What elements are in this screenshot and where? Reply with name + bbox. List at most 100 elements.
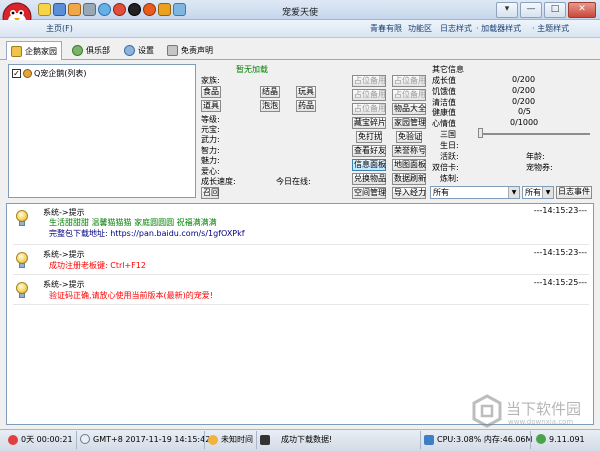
tree-root[interactable]: ✓ Q宠企鹅(列表) — [12, 68, 87, 79]
health-label: 健康值 — [432, 108, 456, 117]
cpu-text: CPU:3.08% 内存:46.06M — [437, 435, 533, 444]
tab-settings[interactable]: 设置 — [120, 41, 158, 59]
growth-value: 0/200 — [512, 75, 536, 84]
divider — [420, 431, 421, 449]
crystal-button[interactable]: 结晶 — [260, 86, 280, 98]
bulb-icon — [15, 282, 29, 300]
three-kingdoms-label: 三国 — [440, 130, 456, 139]
info-panel-button[interactable]: 信息面板 — [352, 159, 386, 171]
charm-label: 魅力: — [201, 156, 220, 165]
watermark-url: www.downxia.com — [508, 418, 574, 426]
tab-club-label: 俱乐部 — [86, 45, 110, 55]
health-value: 0/5 — [518, 107, 531, 116]
filter-select[interactable]: 所有 ▼ — [430, 186, 520, 199]
tree-root-label: Q宠企鹅(列表) — [34, 69, 87, 78]
menu-item-theme-style[interactable]: · 主题样式 — [532, 23, 569, 34]
cpu-status: CPU:3.08% 内存:46.06M — [424, 434, 532, 445]
chevron-down-icon: ▼ — [508, 187, 519, 198]
close-button[interactable]: ✕ — [568, 2, 596, 18]
tab-penguin-home[interactable]: 企鹅家园 — [6, 41, 62, 61]
menu-item-theme-style-label: 主题样式 — [537, 24, 570, 33]
menu-item-loader-style-label: 加载器样式 — [481, 24, 522, 33]
double-card-label: 双倍卡: — [432, 163, 459, 172]
tab-disclaimer[interactable]: 免责声明 — [163, 41, 217, 59]
log-message: 成功注册老板键: Ctrl+F12 — [49, 261, 146, 270]
view-friends-button[interactable]: 查看好友 — [352, 145, 386, 157]
log-panel[interactable]: 系统->提示 ---14:15:23--- 生活甜甜甜 温馨猫猫猫 家庭圆圆圆 … — [6, 203, 594, 425]
pet-load-status: 暂无加载 — [236, 65, 268, 74]
exchange-items-button[interactable]: 兑换物品 — [352, 173, 386, 185]
reserved-button-1[interactable]: 占位备用 — [352, 75, 386, 87]
three-kingdoms-slider-track — [478, 133, 590, 135]
treasure-fragment-button[interactable]: 藏宝碎片 — [352, 117, 386, 129]
bubble-button[interactable]: 泡泡 — [260, 100, 280, 112]
tab-club[interactable]: 俱乐部 — [68, 41, 114, 59]
tab-settings-label: 设置 — [138, 45, 154, 55]
space-manage-button[interactable]: 空间管理 — [352, 187, 386, 199]
daily-events-button[interactable]: 日志事件 — [556, 186, 592, 199]
sync-text: 未知时间 — [221, 435, 253, 444]
hunger-value: 0/200 — [512, 86, 536, 95]
menu-home[interactable]: 主页(F) — [46, 23, 73, 34]
home-manage-button[interactable]: 家园管理 — [392, 117, 426, 129]
divider — [204, 431, 205, 449]
log-header: 系统->提示 — [43, 250, 85, 259]
map-panel-button[interactable]: 地图面板 — [392, 159, 426, 171]
filter-select-value: 所有 — [433, 188, 449, 197]
penguin-list[interactable]: ✓ Q宠企鹅(列表) — [8, 64, 196, 198]
log-message: 验证码正确,请放心使用当前版本(最新)的宠爱! — [49, 291, 213, 300]
force-label: 武力: — [201, 135, 220, 144]
home-icon — [11, 46, 22, 57]
cpu-icon — [424, 434, 434, 445]
summon-button[interactable]: 召回 — [201, 187, 219, 199]
data-refresh-button[interactable]: 数据刷新 — [392, 173, 426, 185]
divider — [13, 304, 589, 305]
family-label: 家族: — [201, 76, 220, 85]
datetime-status: GMT+8 2017-11-19 14:15:42 — [80, 434, 210, 444]
reserved-button-5[interactable]: 占位备用 — [352, 103, 386, 115]
three-kingdoms-slider[interactable] — [478, 128, 483, 138]
menu-item-loader-style[interactable]: · 加载器样式 — [476, 23, 521, 34]
tree-root-checkbox[interactable]: ✓ — [12, 69, 21, 78]
menu-item-youth[interactable]: 青春有限 — [370, 23, 402, 34]
reserved-button-3[interactable]: 占位备用 — [352, 89, 386, 101]
age-label: 年龄: — [526, 152, 545, 161]
log-entry: 系统->提示 ---14:15:23--- 成功注册老板键: Ctrl+F12 — [13, 246, 589, 274]
menu-button[interactable]: ▾ — [496, 2, 518, 18]
mood-label: 心情值 — [432, 119, 456, 128]
hunger-label: 饥饿值 — [432, 87, 456, 96]
do-not-disturb-button[interactable]: 免打扰 — [356, 131, 382, 143]
medicine-button[interactable]: 药品 — [296, 100, 316, 112]
sync-icon — [208, 434, 218, 445]
online-today-label: 今日在线: — [276, 177, 311, 186]
terminal-icon — [260, 434, 270, 445]
version-icon — [536, 434, 546, 444]
divider — [13, 244, 589, 245]
club-icon — [72, 44, 83, 56]
item-catalog-button[interactable]: 物品大全 — [392, 103, 426, 115]
minimize-button[interactable]: — — [520, 2, 542, 18]
import-energy-button[interactable]: 导入经力 — [392, 187, 426, 199]
download-link[interactable]: 完整包下载地址: https://pan.baidu.com/s/1gfOXPk… — [49, 228, 245, 239]
maximize-button[interactable]: □ — [544, 2, 566, 18]
growth-speed-label: 成长速度: — [201, 177, 236, 186]
no-verify-button[interactable]: 免验证 — [396, 131, 422, 143]
chevron-down-icon: ▼ — [542, 187, 553, 198]
reserved-button-4[interactable]: 占位备用 — [392, 89, 426, 101]
toy-button[interactable]: 玩具 — [296, 86, 316, 98]
props-button[interactable]: 道具 — [201, 100, 221, 112]
log-time: ---14:15:23--- — [533, 206, 587, 215]
log-entry: 系统->提示 ---14:15:23--- 生活甜甜甜 温馨猫猫猫 家庭圆圆圆 … — [13, 204, 589, 242]
mood-value: 0/1000 — [510, 118, 539, 127]
menu-item-log-style[interactable]: 日志样式 — [440, 23, 472, 34]
menu-item-functions[interactable]: 功能区 — [408, 23, 432, 34]
food-button[interactable]: 食品 — [201, 86, 221, 98]
bulb-icon — [15, 252, 29, 270]
other-info-header: 其它信息 — [432, 65, 464, 74]
message-status: 成功下载数据! — [260, 434, 332, 445]
reserved-button-2[interactable]: 占位备用 — [392, 75, 426, 87]
version-status: 9.11.091 — [536, 434, 585, 444]
growth-label: 成长值 — [432, 76, 456, 85]
honor-title-button[interactable]: 荣誉称号 — [392, 145, 426, 157]
filter-select-2[interactable]: 所有 ▼ — [522, 186, 554, 199]
